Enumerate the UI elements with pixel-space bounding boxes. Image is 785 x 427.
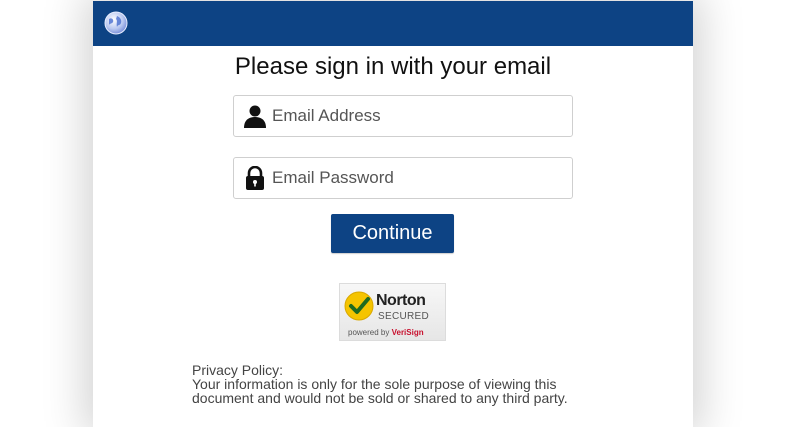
user-icon [244, 105, 266, 128]
continue-button[interactable]: Continue [331, 214, 454, 253]
verisign-brand: VeriSign [391, 328, 424, 337]
page-title: Please sign in with your email [234, 53, 552, 80]
privacy-line-2: document and would not be sold or shared… [192, 390, 568, 406]
globe-icon [104, 11, 128, 35]
norton-brand: Norton [376, 292, 426, 309]
email-input[interactable] [272, 96, 562, 136]
privacy-policy: Privacy Policy: Your information is only… [192, 363, 592, 405]
norton-secured-text: SECURED [378, 311, 429, 322]
powered-prefix: powered by [348, 328, 390, 337]
password-field[interactable] [233, 157, 573, 199]
password-input[interactable] [272, 158, 562, 198]
signin-card: Please sign in with your email Continue … [93, 1, 693, 427]
privacy-line-1: Your information is only for the sole pu… [192, 376, 557, 392]
norton-secured-badge: Norton SECURED powered by VeriSign [339, 283, 446, 341]
header-bar [93, 1, 693, 46]
email-field[interactable] [233, 95, 573, 137]
lock-icon [246, 166, 264, 190]
privacy-heading: Privacy Policy: [192, 362, 284, 378]
powered-by: powered by VeriSign [348, 328, 424, 337]
checkmark-icon [344, 291, 374, 321]
